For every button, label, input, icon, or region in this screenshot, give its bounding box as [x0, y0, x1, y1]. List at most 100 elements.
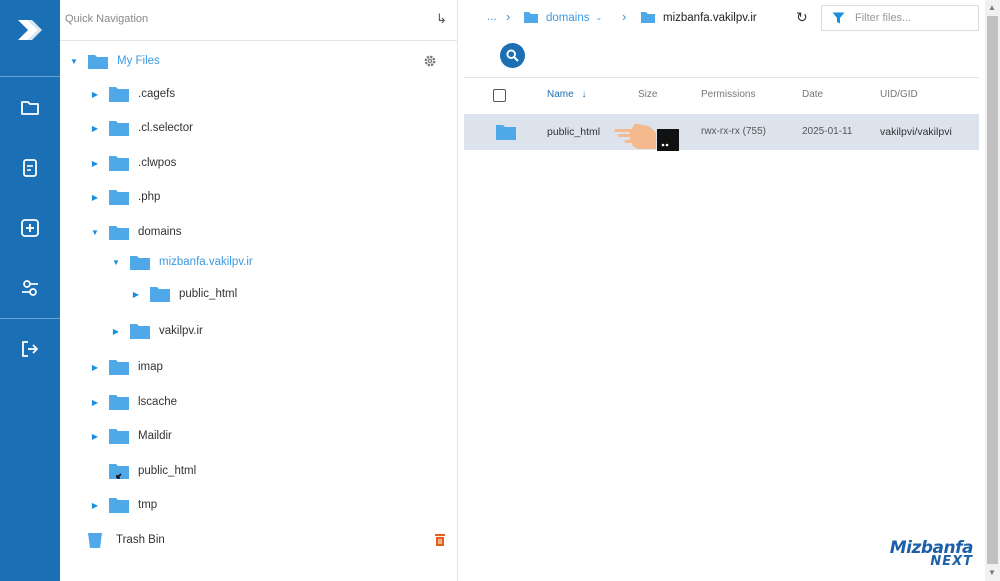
caret-down-icon[interactable]: ▼	[69, 57, 79, 66]
sort-arrow-down-icon: ↓	[581, 89, 587, 100]
tree-item-label: imap	[138, 361, 163, 373]
folder-open-icon	[129, 253, 151, 271]
folder-open-icon	[108, 223, 130, 241]
folder-icon	[108, 358, 130, 376]
scroll-thumb[interactable]	[987, 16, 998, 564]
pointing-hand-icon	[614, 123, 679, 151]
tree-item-lscache[interactable]: ▶ lscache	[90, 391, 177, 413]
caret-right-icon[interactable]: ▶	[90, 193, 100, 202]
tree-item-label: vakilpv.ir	[159, 325, 203, 337]
chevron-right-icon: ›	[622, 9, 627, 24]
file-manager-app: Quick Navigation ↳ ▼ My Files ▶ .cagefs …	[0, 0, 1000, 581]
quick-navigation-panel: Quick Navigation ↳ ▼ My Files ▶ .cagefs …	[60, 0, 458, 581]
scroll-down-icon[interactable]: ▼	[988, 568, 996, 577]
caret-down-icon[interactable]: ▼	[111, 258, 121, 267]
caret-right-icon[interactable]: ▶	[90, 398, 100, 407]
app-logo-icon[interactable]	[14, 14, 46, 46]
select-all-checkbox[interactable]	[493, 89, 506, 102]
vertical-scrollbar[interactable]: ▲ ▼	[985, 0, 1000, 581]
column-header-date[interactable]: Date	[802, 89, 823, 100]
caret-right-icon[interactable]: ▶	[90, 124, 100, 133]
caret-right-icon[interactable]: ▶	[111, 327, 121, 336]
divider	[60, 40, 458, 41]
gear-icon[interactable]	[423, 54, 437, 68]
tree-item-label: public_html	[138, 465, 197, 477]
folder-icon	[108, 154, 130, 172]
search-icon	[506, 49, 519, 62]
caret-right-icon[interactable]: ▶	[131, 290, 141, 299]
column-header-size[interactable]: Size	[638, 89, 657, 100]
folder-icon	[149, 285, 171, 303]
tree-item-label: public_html	[179, 288, 238, 300]
collapse-arrow-icon[interactable]: ↳	[436, 11, 447, 27]
tree-item-maildir[interactable]: ▶ Maildir	[90, 425, 172, 447]
folder-icon	[641, 12, 655, 23]
search-button[interactable]	[500, 43, 525, 68]
tree-item-label: .clwpos	[138, 157, 177, 169]
chevron-right-icon: ›	[506, 9, 511, 24]
chevron-down-icon[interactable]: ⌄	[595, 13, 602, 22]
cell-name[interactable]: public_html	[547, 126, 600, 138]
filter-box[interactable]	[821, 5, 979, 31]
breadcrumb-ellipsis[interactable]: ...	[487, 11, 497, 23]
rail-divider	[0, 76, 60, 77]
caret-right-icon[interactable]: ▶	[90, 90, 100, 99]
tree-item-mizbanfa-vakilpv-ir[interactable]: ▼ mizbanfa.vakilpv.ir	[111, 251, 253, 273]
caret-right-icon[interactable]: ▶	[90, 159, 100, 168]
tree-item-domains[interactable]: ▼ domains	[90, 221, 181, 243]
left-rail	[0, 0, 60, 581]
folder-icon	[524, 12, 538, 23]
tree-item-tmp[interactable]: ▶ tmp	[90, 494, 157, 516]
tree-item-public-html-link[interactable]: ▶ public_html	[90, 460, 196, 482]
tree-item-cagefs[interactable]: ▶ .cagefs	[90, 83, 175, 105]
tree-item-label: Trash Bin	[116, 534, 165, 546]
tree-item-label: .cagefs	[138, 88, 176, 100]
cell-date: 2025-01-11	[802, 126, 853, 137]
caret-right-icon[interactable]: ▶	[90, 432, 100, 441]
logout-icon[interactable]	[18, 337, 42, 361]
filter-input[interactable]	[855, 12, 965, 24]
add-icon[interactable]	[18, 216, 42, 240]
caret-right-icon[interactable]: ▶	[90, 501, 100, 510]
tree-item-public-html-nested[interactable]: ▶ public_html	[131, 283, 237, 305]
brand-logo: Mizbanfa NEXT	[883, 538, 974, 569]
caret-right-icon[interactable]: ▶	[90, 363, 100, 372]
tree-item-clwpos[interactable]: ▶ .clwpos	[90, 152, 176, 174]
column-header-uid[interactable]: UID/GID	[880, 89, 918, 100]
column-header-name[interactable]: Name ↓	[547, 89, 586, 100]
folder-icon	[108, 188, 130, 206]
cell-uid: vakilpvi/vakilpvi	[880, 126, 952, 138]
scroll-up-icon[interactable]: ▲	[988, 3, 996, 12]
breadcrumb-label: mizbanfa.vakilpv.ir	[663, 11, 757, 24]
tree-item-trash-bin[interactable]: Trash Bin	[86, 529, 165, 551]
breadcrumb-item-domains[interactable]: domains ⌄	[523, 11, 602, 24]
refresh-icon[interactable]: ↻	[796, 9, 808, 26]
tree-item-label: domains	[138, 226, 182, 238]
tree-root-my-files[interactable]: ▼ My Files	[69, 50, 160, 72]
trash-bin-icon	[86, 531, 104, 549]
tree-item-vakilpv-ir[interactable]: ▶ vakilpv.ir	[111, 320, 203, 342]
tree-item-label: mizbanfa.vakilpv.ir	[159, 256, 253, 268]
column-header-label: Name	[547, 89, 574, 100]
empty-trash-icon[interactable]	[434, 533, 446, 547]
folder-icon	[108, 119, 130, 137]
folder-icon	[129, 322, 151, 340]
breadcrumb: ... › domains ⌄ › mizbanfa.vakilpv.ir ↻	[459, 0, 985, 36]
tree-item-imap[interactable]: ▶ imap	[90, 356, 163, 378]
document-icon[interactable]	[18, 156, 42, 180]
tree-item-label: .cl.selector	[138, 122, 193, 134]
tree-item-cl-selector[interactable]: ▶ .cl.selector	[90, 117, 193, 139]
folder-icon	[108, 496, 130, 514]
settings-sliders-icon[interactable]	[18, 276, 42, 300]
tree-item-label: lscache	[138, 396, 177, 408]
quick-navigation-title: Quick Navigation	[65, 13, 149, 25]
folder-icon	[108, 85, 130, 103]
table-row[interactable]: public_html rwx-rx-rx (755) 2025-01-11 v…	[464, 114, 979, 151]
folder-link-icon	[108, 462, 130, 480]
breadcrumb-item-current[interactable]: mizbanfa.vakilpv.ir	[640, 11, 757, 24]
column-header-permissions[interactable]: Permissions	[701, 89, 755, 100]
tree-item-php[interactable]: ▶ .php	[90, 186, 160, 208]
caret-down-icon[interactable]: ▼	[90, 228, 100, 237]
folder-icon[interactable]	[18, 96, 42, 120]
cell-permissions: rwx-rx-rx (755)	[701, 126, 766, 137]
